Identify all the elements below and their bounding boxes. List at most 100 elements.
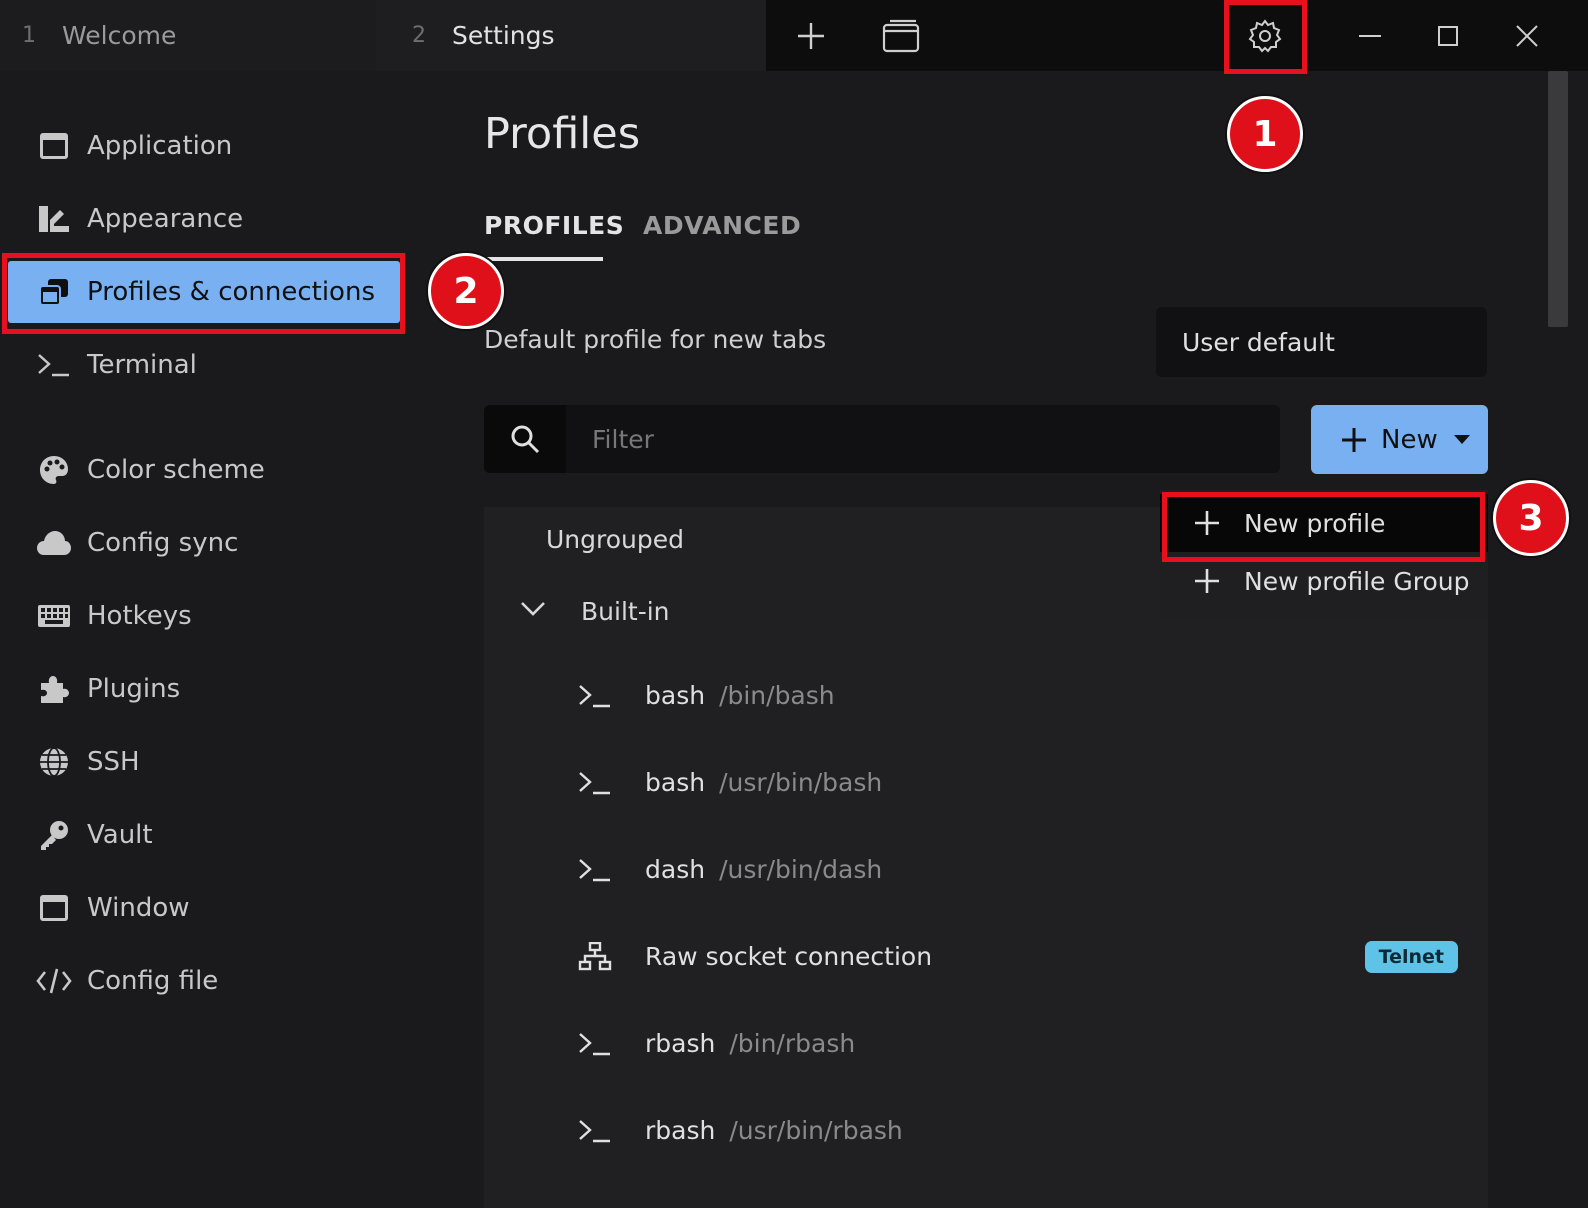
tab-profiles[interactable]: PROFILES: [484, 211, 624, 240]
list-item[interactable]: rbash/usr/bin/rbash: [484, 1087, 1488, 1174]
list-item[interactable]: bash/usr/bin/bash: [484, 739, 1488, 826]
globe-icon: [36, 744, 72, 780]
profile-name: bash: [645, 768, 706, 797]
group-ungrouped[interactable]: Ungrouped: [546, 525, 684, 554]
plus-icon: [1342, 427, 1366, 452]
plus-icon: [798, 22, 824, 49]
profile-command: /usr/bin/rbash: [729, 1116, 903, 1145]
sidebar-item-label: Window: [87, 893, 190, 923]
list-item[interactable]: rbash/bin/rbash: [484, 1000, 1488, 1087]
caret-down-icon: [1453, 434, 1470, 444]
minimize-button[interactable]: [1335, 0, 1405, 71]
profile-name: rbash: [645, 1116, 716, 1145]
tab-settings[interactable]: 2 Settings: [376, 0, 766, 71]
step-marker-2: 2: [428, 253, 504, 329]
settings-button[interactable]: [1230, 0, 1300, 71]
window-icon: [36, 890, 72, 926]
tab-welcome[interactable]: 1 Welcome: [0, 0, 376, 71]
list-item[interactable]: Raw socket connection Telnet: [484, 913, 1488, 1000]
tab-number: 2: [412, 23, 426, 48]
new-dropdown-menu: New profile New profile Group: [1160, 490, 1488, 620]
step-marker-1: 1: [1227, 96, 1303, 172]
plus-icon: [1195, 511, 1219, 535]
scrollbar[interactable]: [1548, 71, 1568, 1208]
sidebar-item-appearance[interactable]: Appearance: [8, 188, 400, 250]
profile-command: /bin/bash: [719, 681, 835, 710]
terminal-icon: [576, 1025, 614, 1063]
maximize-button[interactable]: [1413, 0, 1483, 71]
title-bar: 1 Welcome 2 Settings: [0, 0, 1588, 71]
menu-item-label: New profile Group: [1244, 566, 1470, 596]
terminal-icon: [576, 851, 614, 889]
settings-sidebar: Application Appearance Profiles & connec…: [0, 71, 440, 1208]
keyboard-icon: [36, 598, 72, 634]
maximize-icon: [1438, 25, 1458, 46]
plus-icon: [1195, 569, 1219, 593]
code-icon: [36, 963, 72, 999]
chevron-down-icon: [521, 602, 545, 616]
sidebar-item-terminal[interactable]: Terminal: [8, 334, 400, 396]
list-item[interactable]: dash/usr/bin/dash: [484, 826, 1488, 913]
sidebar-item-label: Vault: [87, 820, 153, 850]
terminal-icon: [576, 1112, 614, 1150]
sidebar-item-plugins[interactable]: Plugins: [8, 658, 400, 720]
filter-input[interactable]: Filter: [592, 405, 654, 473]
cloud-icon: [36, 525, 72, 561]
sidebar-item-ssh[interactable]: SSH: [8, 731, 400, 793]
gear-icon: [1248, 18, 1282, 53]
sidebar-item-config-file[interactable]: Config file: [8, 950, 400, 1012]
sidebar-item-label: Config sync: [87, 528, 239, 558]
group-builtin-label: Built-in: [581, 597, 670, 626]
default-profile-select[interactable]: User default: [1156, 307, 1487, 377]
tab-title: Welcome: [62, 21, 177, 50]
profiles-icon: [36, 274, 72, 310]
profile-name: bash: [645, 681, 706, 710]
search-icon: [484, 405, 566, 473]
new-tab-button[interactable]: [776, 0, 846, 71]
close-button[interactable]: [1492, 0, 1562, 71]
sidebar-item-label: Color scheme: [87, 455, 265, 485]
telnet-badge: Telnet: [1364, 940, 1458, 973]
default-profile-label: Default profile for new tabs: [484, 325, 827, 354]
sidebar-item-window[interactable]: Window: [8, 877, 400, 939]
terminal-icon: [576, 764, 614, 802]
sidebar-item-label: Terminal: [87, 350, 197, 380]
appearance-icon: [36, 201, 72, 237]
tab-advanced[interactable]: ADVANCED: [643, 211, 801, 240]
new-button[interactable]: New: [1311, 405, 1488, 474]
filter-field[interactable]: Filter: [484, 405, 1280, 473]
tab-title: Settings: [452, 21, 555, 50]
tab-number: 1: [22, 23, 36, 48]
step-marker-3: 3: [1493, 480, 1569, 556]
page-title: Profiles: [484, 109, 641, 159]
new-profile-group-menu-item[interactable]: New profile Group: [1160, 552, 1488, 610]
sidebar-item-color-scheme[interactable]: Color scheme: [8, 439, 400, 501]
sidebar-item-config-sync[interactable]: Config sync: [8, 512, 400, 574]
sidebar-item-application[interactable]: Application: [8, 115, 400, 177]
close-icon: [1516, 24, 1538, 47]
scrollbar-thumb[interactable]: [1548, 71, 1568, 327]
sidebar-item-label: Profiles & connections: [87, 277, 375, 307]
key-icon: [36, 817, 72, 853]
terminal-icon: [576, 677, 614, 715]
profile-command: /bin/rbash: [729, 1029, 856, 1058]
new-profile-menu-item[interactable]: New profile: [1160, 494, 1488, 552]
sidebar-item-label: Plugins: [87, 674, 181, 704]
network-icon: [576, 938, 614, 976]
application-icon: [36, 128, 72, 164]
list-item[interactable]: bash/bin/bash: [484, 652, 1488, 739]
sidebar-item-profiles[interactable]: Profiles & connections: [8, 261, 400, 323]
profile-name: dash: [645, 855, 706, 884]
sidebar-item-vault[interactable]: Vault: [8, 804, 400, 866]
profile-command: /usr/bin/dash: [719, 855, 883, 884]
puzzle-icon: [36, 671, 72, 707]
active-tab-indicator: [484, 257, 603, 261]
settings-main: Profiles PROFILES ADVANCED Default profi…: [440, 71, 1548, 1208]
terminal-icon: [36, 347, 72, 383]
default-profile-value: User default: [1182, 327, 1335, 357]
profiles-menu-button[interactable]: [866, 0, 936, 71]
profile-name: rbash: [645, 1029, 716, 1058]
sidebar-item-label: Config file: [87, 966, 219, 996]
sidebar-item-hotkeys[interactable]: Hotkeys: [8, 585, 400, 647]
sidebar-item-label: Hotkeys: [87, 601, 192, 631]
